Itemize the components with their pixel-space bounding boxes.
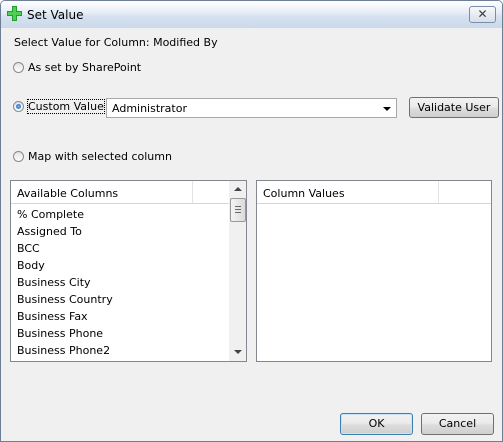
available-columns-header-label: Available Columns xyxy=(17,187,119,200)
list-item[interactable]: Business Fax xyxy=(17,310,88,323)
list-item[interactable]: Business Phone2 xyxy=(17,344,110,357)
list-item[interactable]: Assigned To xyxy=(17,225,82,238)
column-values-header-label: Column Values xyxy=(263,187,345,200)
radio-custom-value[interactable] xyxy=(13,101,24,112)
column-values-header-cell[interactable]: Column Values xyxy=(257,181,439,203)
custom-value-dropdown[interactable]: Administrator xyxy=(106,98,397,118)
scroll-down-icon[interactable] xyxy=(229,344,246,361)
list-item[interactable]: BCC xyxy=(17,242,40,255)
scroll-up-icon[interactable] xyxy=(229,181,246,198)
close-button[interactable]: ✕ xyxy=(469,6,496,23)
available-columns-header-filler xyxy=(193,181,230,203)
radio-map-column[interactable] xyxy=(13,151,24,162)
green-plus-icon xyxy=(7,6,22,21)
radio-sharepoint-label[interactable]: As set by SharePoint xyxy=(28,61,141,74)
available-columns-header-cell[interactable]: Available Columns xyxy=(11,181,193,203)
available-columns-header: Available Columns xyxy=(11,181,230,204)
title-bar: Set Value ✕ xyxy=(1,1,502,28)
scroll-thumb[interactable] xyxy=(230,198,246,222)
column-values-header: Column Values xyxy=(257,181,491,204)
ok-button[interactable]: OK xyxy=(340,413,413,435)
custom-value-selected: Administrator xyxy=(112,102,187,115)
close-icon: ✕ xyxy=(477,7,488,21)
list-item[interactable]: Business Phone xyxy=(17,327,103,340)
list-item[interactable]: Business City xyxy=(17,276,91,289)
radio-map-column-label[interactable]: Map with selected column xyxy=(28,150,172,163)
list-item[interactable]: % Complete xyxy=(17,208,84,221)
column-values-list[interactable]: Column Values xyxy=(256,180,492,362)
validate-user-button[interactable]: Validate User xyxy=(409,97,499,118)
chevron-down-icon xyxy=(383,107,391,111)
list-item[interactable]: Body xyxy=(17,259,45,272)
dialog-body: Select Value for Column: Modified By As … xyxy=(4,28,499,438)
list-item[interactable]: Business Country xyxy=(17,293,113,306)
set-value-dialog: Set Value ✕ Select Value for Column: Mod… xyxy=(0,0,503,442)
cancel-button[interactable]: Cancel xyxy=(421,413,494,435)
available-columns-scrollbar[interactable] xyxy=(229,181,246,361)
radio-sharepoint[interactable] xyxy=(13,62,24,73)
radio-custom-value-label[interactable]: Custom Value xyxy=(27,99,105,114)
available-columns-list[interactable]: Available Columns % Complete Assigned To… xyxy=(10,180,247,362)
window-title: Set Value xyxy=(27,8,84,22)
column-values-header-filler xyxy=(439,181,491,203)
prompt-label: Select Value for Column: Modified By xyxy=(14,36,218,49)
